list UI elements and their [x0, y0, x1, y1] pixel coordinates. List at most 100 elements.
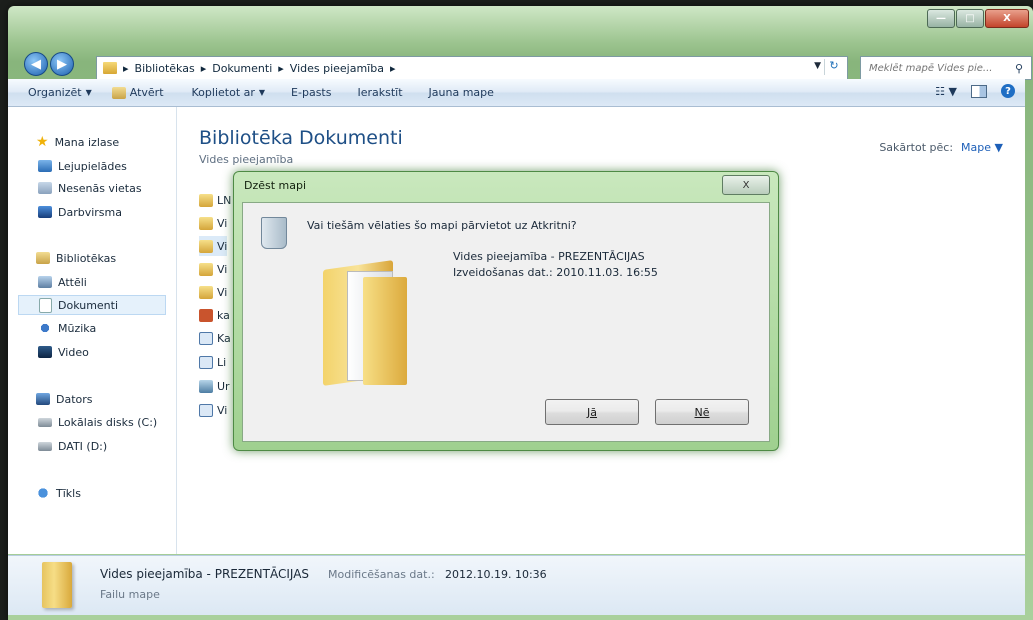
breadcrumb-separator[interactable]: ▸: [278, 62, 284, 75]
library-subtitle[interactable]: Vides pieejamība: [199, 153, 293, 166]
local-disk-icon: [38, 417, 52, 427]
downloads-icon: [38, 160, 52, 172]
forward-button[interactable]: ▶: [50, 52, 74, 76]
nav-label: Darbvirsma: [58, 205, 122, 219]
libraries-icon: [36, 252, 50, 264]
arrange-label: Sakārtot pēc:: [879, 141, 954, 154]
documents-icon: [39, 297, 52, 313]
minimize-button[interactable]: —: [927, 9, 955, 28]
nav-computer[interactable]: Dators: [36, 389, 93, 409]
details-type: Failu mape: [100, 588, 160, 601]
back-button[interactable]: ◀: [24, 52, 48, 76]
file-name: Vi: [217, 403, 228, 417]
maximize-button[interactable]: □: [956, 9, 984, 28]
list-item[interactable]: Vi: [199, 259, 227, 279]
breadcrumb-separator[interactable]: ▸: [201, 62, 207, 75]
nav-documents[interactable]: Dokumenti: [18, 295, 166, 315]
nav-favorites[interactable]: ★ Mana izlase: [36, 132, 119, 152]
breadcrumb-separator[interactable]: ▸: [123, 62, 129, 75]
nav-label: Video: [58, 345, 89, 359]
file-name: Vi: [217, 216, 228, 230]
file-name: Li: [217, 355, 227, 369]
list-item[interactable]: Li: [199, 352, 226, 372]
organize-button[interactable]: Organizēt ▼: [28, 86, 92, 99]
nav-label: Tīkls: [56, 486, 81, 500]
dialog-title: Dzēst mapi: [244, 179, 307, 192]
computer-icon: [36, 393, 50, 405]
nav-libraries[interactable]: Bibliotēkas: [36, 248, 116, 268]
nav-music[interactable]: Mūzika: [38, 318, 96, 338]
share-button[interactable]: Koplietot ar ▼: [192, 86, 266, 99]
arrange-dropdown[interactable]: Mape ▼: [961, 141, 1003, 154]
network-icon: [36, 487, 50, 499]
document-icon: [199, 331, 213, 345]
dialog-close-button[interactable]: X: [722, 175, 770, 195]
music-icon: [38, 322, 52, 334]
caption-buttons: — □ X: [927, 9, 1029, 28]
nav-pictures[interactable]: Attēli: [38, 272, 87, 292]
open-button[interactable]: Atvērt: [111, 86, 164, 99]
breadcrumb-vides[interactable]: Vides pieejamība: [290, 62, 384, 75]
list-item[interactable]: Vi: [199, 213, 227, 233]
list-item[interactable]: Vi: [199, 282, 227, 302]
nav-label: Mūzika: [58, 321, 97, 335]
open-icon: [111, 86, 126, 99]
breadcrumb-libraries[interactable]: Bibliotēkas: [135, 62, 195, 75]
help-icon[interactable]: ?: [1001, 84, 1015, 98]
file-name: Vi: [217, 262, 228, 276]
list-item[interactable]: Ka: [199, 328, 231, 348]
open-label: Atvērt: [129, 86, 164, 99]
video-icon: [38, 346, 52, 358]
nav-network[interactable]: Tīkls: [36, 483, 81, 503]
nav-label: Nesenās vietas: [58, 181, 142, 195]
share-label: Koplietot ar: [191, 86, 255, 99]
close-window-button[interactable]: X: [985, 9, 1029, 28]
nav-local-disk[interactable]: Lokālais disks (C:): [38, 412, 157, 432]
chevron-down-icon[interactable]: ▼: [814, 61, 821, 71]
chevron-down-icon: ▼: [85, 88, 92, 97]
search-box[interactable]: ⚲: [860, 56, 1032, 80]
presentation-icon: [199, 308, 213, 322]
list-item[interactable]: Ur: [199, 376, 230, 396]
library-title: Bibliotēka Dokumenti: [199, 127, 403, 149]
nav-downloads[interactable]: Lejupielādes: [38, 156, 127, 176]
nav-label: Attēli: [58, 275, 87, 289]
list-item[interactable]: Vi: [199, 236, 228, 256]
search-icon[interactable]: ⚲: [1015, 62, 1023, 75]
nav-label: Dators: [56, 392, 93, 406]
nav-recent[interactable]: Nesenās vietas: [38, 178, 142, 198]
search-input[interactable]: [867, 61, 1011, 75]
no-button[interactable]: Nē: [655, 399, 749, 425]
nav-data-disk[interactable]: DATI (D:): [38, 436, 107, 456]
refresh-icon[interactable]: ↻: [824, 59, 843, 75]
breadcrumb-documents[interactable]: Dokumenti: [212, 62, 272, 75]
folder-icon: [42, 562, 72, 608]
yes-button[interactable]: Jā: [545, 399, 639, 425]
details-modified-label: Modificēšanas dat.:: [328, 568, 435, 581]
preview-pane-icon[interactable]: [971, 84, 987, 98]
command-bar: Organizēt ▼ Atvērt Koplietot ar ▼ E-pasts …: [8, 79, 1025, 107]
folder-icon: [323, 247, 407, 387]
list-item[interactable]: Vi: [199, 400, 227, 420]
burn-button[interactable]: Ierakstīt: [357, 86, 402, 99]
details-name: Vides pieejamība - PREZENTĀCIJAS: [100, 567, 310, 581]
back-arrow-icon: ◀: [31, 56, 41, 72]
list-item[interactable]: LN: [199, 190, 231, 210]
delete-folder-dialog: Dzēst mapi X Vai tiešām vēlaties šo mapi…: [233, 171, 779, 451]
nav-video[interactable]: Video: [38, 342, 89, 362]
image-icon: [199, 379, 213, 393]
breadcrumb-separator[interactable]: ▸: [390, 62, 396, 75]
arrange-by: Sakārtot pēc: Mape ▼: [879, 141, 1003, 154]
organize-label: Organizēt: [28, 86, 82, 99]
nav-desktop[interactable]: Darbvirsma: [38, 202, 122, 222]
address-bar[interactable]: ▸ Bibliotēkas ▸ Dokumenti ▸ Vides pieeja…: [96, 56, 848, 80]
new-folder-button[interactable]: Jauna mape: [429, 86, 494, 99]
chevron-down-icon: ▼: [258, 88, 266, 97]
desktop-icon: [38, 206, 52, 218]
email-button[interactable]: E-pasts: [291, 86, 331, 99]
file-name: ka: [217, 308, 230, 322]
views-icon[interactable]: ☷ ▼: [935, 85, 957, 98]
list-item[interactable]: ka: [199, 305, 230, 325]
nav-label: Mana izlase: [54, 135, 120, 149]
dialog-item-name: Vides pieejamība - PREZENTĀCIJAS: [453, 250, 645, 263]
